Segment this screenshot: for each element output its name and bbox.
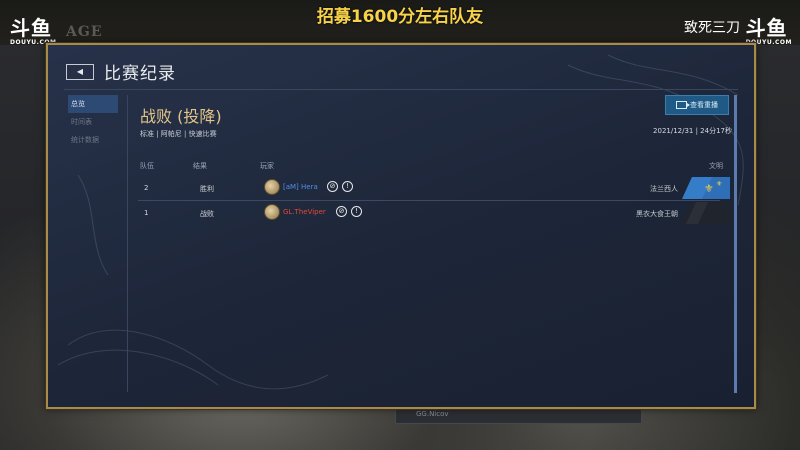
match-result-title: 战败 (投降) xyxy=(140,107,222,126)
header-player: 玩家 xyxy=(260,162,274,170)
player-avatar-icon xyxy=(264,179,280,195)
sidebar-divider xyxy=(127,95,128,392)
header-civ: 文明 xyxy=(709,162,723,170)
team-cell: 1 xyxy=(144,209,149,217)
block-icon[interactable]: ⊘ xyxy=(327,181,338,192)
streamer-watermark: 致死三刀 xyxy=(684,20,740,36)
team-cell: 2 xyxy=(144,184,149,192)
replay-button-label: 查看重播 xyxy=(690,101,718,109)
camera-icon xyxy=(676,101,690,109)
svg-text:⚜: ⚜ xyxy=(704,182,714,195)
arrow-left-icon: ◀ xyxy=(76,67,84,76)
player-avatar-icon xyxy=(264,204,280,220)
player-name-link[interactable]: [aM] Hera xyxy=(283,183,318,191)
svg-text:⚜: ⚜ xyxy=(716,180,722,188)
view-replay-button[interactable]: 查看重播 xyxy=(665,95,729,115)
civ-flag-franks-icon: ⚜ ⚜ xyxy=(682,177,730,199)
civ-flag-abbasid-icon xyxy=(682,202,730,224)
map-contour-decoration xyxy=(57,54,744,390)
page-title: 比赛纪录 xyxy=(104,64,176,84)
player-name-link[interactable]: GL.TheViper xyxy=(283,208,326,216)
logo-text: 斗鱼 xyxy=(745,16,788,40)
scrollbar[interactable] xyxy=(734,95,737,393)
sidebar-item-overview[interactable]: 总览 xyxy=(68,95,118,113)
match-record-panel: ◀ 比赛纪录 总览 时间表 统计数据 战败 (投降) 标准 | 阿帕尼 | 快速… xyxy=(46,43,756,409)
scrollbar-thumb[interactable] xyxy=(734,95,737,393)
header-result: 结果 xyxy=(193,162,207,170)
report-icon[interactable]: ! xyxy=(342,181,353,192)
civ-name: 黑衣大食王朝 xyxy=(636,210,678,218)
result-cell: 胜利 xyxy=(200,185,214,193)
back-button[interactable]: ◀ xyxy=(66,64,94,80)
sidebar-item-statistics[interactable]: 统计数据 xyxy=(68,131,118,149)
stream-banner: 招募1600分左右队友 xyxy=(316,7,484,27)
table-row[interactable]: 2 胜利 [aM] Hera ⊘ ! 法兰西人 ⚜ ⚜ xyxy=(138,177,730,201)
report-icon[interactable]: ! xyxy=(351,206,362,217)
table-row[interactable]: 1 战败 GL.TheViper ⊘ ! 黑衣大食王朝 xyxy=(138,202,730,224)
header-divider xyxy=(64,89,738,90)
bar-text: GG.Nicov xyxy=(416,410,449,418)
game-logo-text: AGE xyxy=(66,24,103,40)
match-datetime: 2021/12/31 | 24分17秒 xyxy=(653,127,732,135)
sidebar: 总览 时间表 统计数据 xyxy=(68,95,118,149)
result-cell: 战败 xyxy=(200,210,214,218)
match-mode-info: 标准 | 阿帕尼 | 快速比赛 xyxy=(140,130,217,138)
sidebar-item-timeline[interactable]: 时间表 xyxy=(68,113,118,131)
douyu-logo-right: 斗鱼 DOUYU.COM xyxy=(746,12,792,46)
civ-name: 法兰西人 xyxy=(650,185,678,193)
header-team: 队伍 xyxy=(140,162,154,170)
row-separator xyxy=(138,200,720,201)
block-icon[interactable]: ⊘ xyxy=(336,206,347,217)
